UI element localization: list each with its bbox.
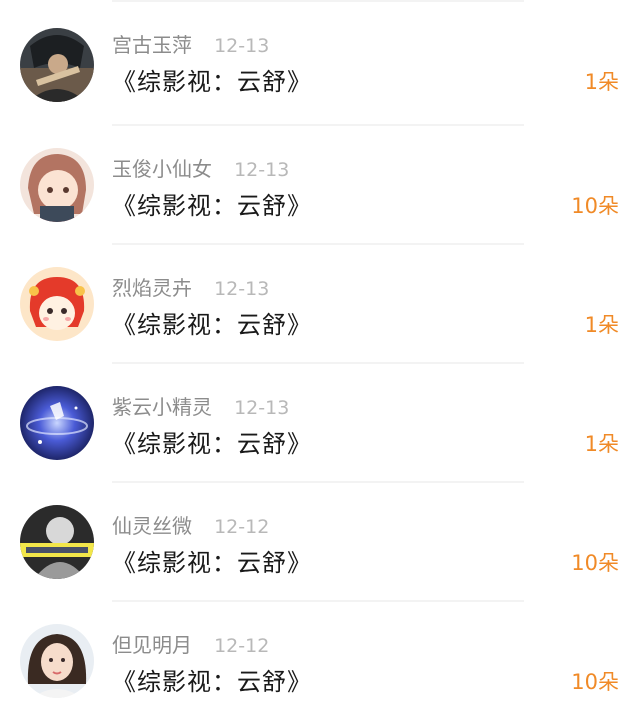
gift-date: 12-13 xyxy=(234,159,290,181)
list-item[interactable]: 仙灵丝微 12-12 《综影视：云舒》 10朵 xyxy=(0,481,640,600)
list-item[interactable]: 紫云小精灵 12-13 《综影视：云舒》 1朵 xyxy=(0,362,640,481)
avatar[interactable] xyxy=(20,148,94,222)
avatar[interactable] xyxy=(20,28,94,102)
sender-name[interactable]: 但见明月 xyxy=(112,633,192,657)
item-meta: 玉俊小仙女 12-13 xyxy=(112,155,289,183)
avatar[interactable] xyxy=(20,505,94,579)
divider xyxy=(112,0,524,2)
item-meta: 但见明月 12-12 xyxy=(112,631,269,659)
gift-amount: 1朵 xyxy=(584,313,619,337)
divider xyxy=(112,124,524,126)
divider xyxy=(112,600,524,602)
book-title[interactable]: 《综影视：云舒》 xyxy=(112,188,312,224)
gift-date: 12-12 xyxy=(214,635,270,657)
list-item[interactable]: 宫古玉萍 12-13 《综影视：云舒》 1朵 xyxy=(0,0,640,124)
book-title[interactable]: 《综影视：云舒》 xyxy=(112,64,312,100)
gift-amount: 10朵 xyxy=(571,551,619,575)
divider xyxy=(112,362,524,364)
gift-date: 12-13 xyxy=(234,397,290,419)
item-meta: 仙灵丝微 12-12 xyxy=(112,512,269,540)
book-title[interactable]: 《综影视：云舒》 xyxy=(112,307,312,343)
book-title[interactable]: 《综影视：云舒》 xyxy=(112,664,312,700)
item-meta: 烈焰灵卉 12-13 xyxy=(112,274,269,302)
sender-name[interactable]: 紫云小精灵 xyxy=(112,395,212,419)
avatar[interactable] xyxy=(20,386,94,460)
avatar[interactable] xyxy=(20,624,94,698)
book-title[interactable]: 《综影视：云舒》 xyxy=(112,426,312,462)
gift-amount: 1朵 xyxy=(584,432,619,456)
divider xyxy=(112,243,524,245)
item-meta: 宫古玉萍 12-13 xyxy=(112,31,269,59)
book-title[interactable]: 《综影视：云舒》 xyxy=(112,545,312,581)
item-meta: 紫云小精灵 12-13 xyxy=(112,393,289,421)
sender-name[interactable]: 玉俊小仙女 xyxy=(112,157,212,181)
gift-date: 12-13 xyxy=(214,278,270,300)
gift-amount: 10朵 xyxy=(571,194,619,218)
list-item[interactable]: 烈焰灵卉 12-13 《综影视：云舒》 1朵 xyxy=(0,243,640,362)
list-item[interactable]: 玉俊小仙女 12-13 《综影视：云舒》 10朵 xyxy=(0,124,640,243)
gift-amount: 1朵 xyxy=(584,70,619,94)
gift-date: 12-13 xyxy=(214,35,270,57)
avatar[interactable] xyxy=(20,267,94,341)
sender-name[interactable]: 宫古玉萍 xyxy=(112,33,192,57)
gift-record-list: 宫古玉萍 12-13 《综影视：云舒》 1朵 玉俊小仙女 12-13 《综影视：… xyxy=(0,0,640,713)
divider xyxy=(112,481,524,483)
sender-name[interactable]: 仙灵丝微 xyxy=(112,514,192,538)
gift-amount: 10朵 xyxy=(571,670,619,694)
gift-date: 12-12 xyxy=(214,516,270,538)
list-item[interactable]: 但见明月 12-12 《综影视：云舒》 10朵 xyxy=(0,600,640,719)
sender-name[interactable]: 烈焰灵卉 xyxy=(112,276,192,300)
